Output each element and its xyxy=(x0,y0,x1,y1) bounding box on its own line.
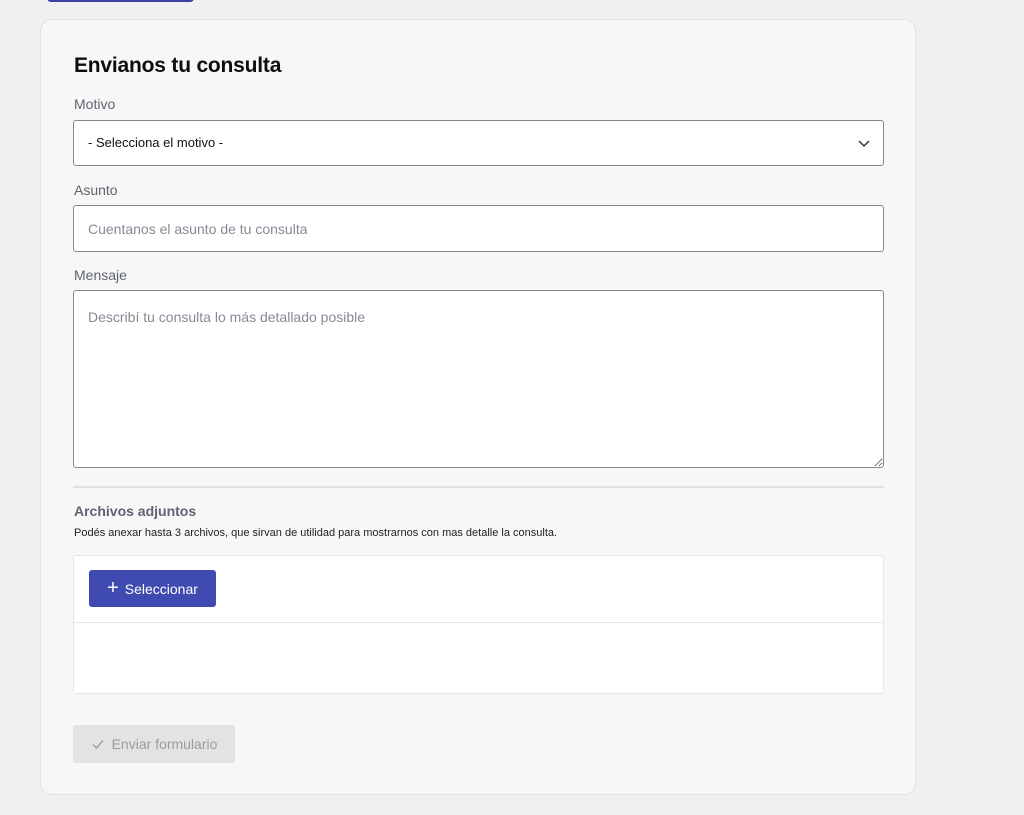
submit-label: Enviar formulario xyxy=(111,736,218,752)
plus-icon: + xyxy=(107,576,119,599)
top-tab-edge xyxy=(47,0,194,2)
attachments-description: Podés anexar hasta 3 archivos, que sirva… xyxy=(74,527,558,539)
section-divider xyxy=(73,486,884,488)
form-title: Envianos tu consulta xyxy=(74,54,282,77)
upload-separator xyxy=(74,622,883,623)
mensaje-textarea[interactable] xyxy=(73,290,884,468)
motivo-label: Motivo xyxy=(74,96,116,112)
attachments-title: Archivos adjuntos xyxy=(74,503,197,519)
asunto-label: Asunto xyxy=(74,182,118,198)
select-files-button[interactable]: + Seleccionar xyxy=(89,570,216,607)
file-upload-area: + Seleccionar xyxy=(73,555,884,694)
mensaje-label: Mensaje xyxy=(74,267,127,283)
contact-form-card: Envianos tu consulta Motivo - Selecciona… xyxy=(40,19,916,795)
chevron-down-icon xyxy=(858,140,870,148)
check-icon xyxy=(92,740,104,750)
motivo-select[interactable]: - Selecciona el motivo - xyxy=(73,120,884,166)
select-files-label: Seleccionar xyxy=(124,580,198,597)
submit-form-button[interactable]: Enviar formulario xyxy=(73,725,235,763)
asunto-input[interactable] xyxy=(73,205,884,252)
motivo-selected-value: - Selecciona el motivo - xyxy=(88,135,224,150)
